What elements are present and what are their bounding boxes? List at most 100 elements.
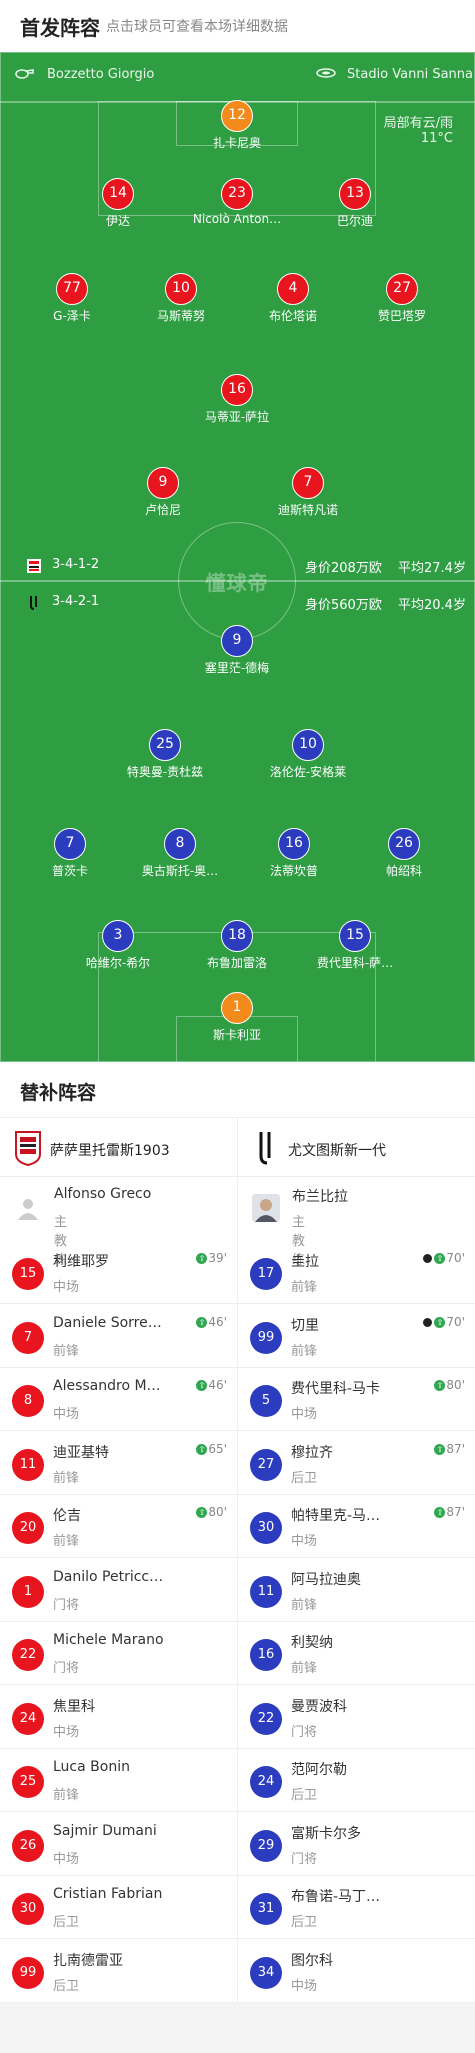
sub-player-row[interactable]: 22 曼贾波科 门将 (238, 1686, 475, 1749)
sub-player-row[interactable]: 20 伦吉 前锋 ⇧ 80' (0, 1495, 237, 1558)
sub-in-marker: ⇧ 87' (434, 1505, 465, 1519)
sub-player-row[interactable]: 17 圭拉 前锋 ⇧ 70' (238, 1241, 475, 1304)
player-number-badge: 16 (221, 374, 253, 406)
sub-player-row[interactable]: 99 扎南德雷亚 后卫 (0, 1940, 237, 2003)
home-player[interactable]: 7 迪斯特凡诺 (238, 467, 378, 518)
sub-in-minute: 46' (208, 1378, 227, 1392)
sub-player-row[interactable]: 5 费代里科-马卡 中场 ⇧ 80' (238, 1368, 475, 1431)
juventus-crest-icon (30, 596, 37, 610)
sub-in-marker: ⇧ 70' (422, 1315, 465, 1329)
home-player[interactable]: 9 卢恰尼 (93, 467, 233, 518)
sub-player-row[interactable]: 24 焦里科中场 (0, 1686, 237, 1749)
sub-player-row[interactable]: 16 利契纳 前锋 (238, 1622, 475, 1685)
lineup-hint: 点击球员可查看本场详细数据 (106, 19, 288, 35)
sub-player-row[interactable]: 29 富斯卡尔多 门将 (238, 1813, 475, 1876)
player-number-badge: 7 (54, 828, 86, 860)
sub-player-name: 范阿尔勒 (291, 1762, 347, 1778)
home-formation-value: 3-4-1-2 (52, 557, 100, 572)
sub-number-badge: 22 (12, 1639, 44, 1671)
sub-player-row[interactable]: 7 Daniele Sorre… 前锋 ⇧ 46' (0, 1305, 237, 1368)
away-player[interactable]: 10 洛伦佐-安格莱 (238, 729, 378, 780)
sub-player-name: Luca Bonin (53, 1759, 130, 1775)
sub-player-row[interactable]: 30 Cristian Fabriani 后卫 (0, 1876, 237, 1939)
sub-number-badge: 1 (12, 1575, 44, 1608)
sub-player-row[interactable]: 8 Alessandro M… 中场 ⇧ 46' (0, 1368, 237, 1431)
sub-player-row[interactable]: 11 迪亚基特 前锋 ⇧ 65' (0, 1432, 237, 1495)
sub-in-marker: ⇧ 87' (434, 1442, 465, 1456)
sub-player-row[interactable]: 22 Michele Marano 门将 (0, 1622, 237, 1685)
sub-in-minute: 39' (208, 1251, 227, 1265)
dongqiudi-watermark: 懂球帝 (205, 571, 269, 595)
sub-in-marker: ⇧ 46' (196, 1315, 227, 1329)
sub-player-name: 利契纳 (291, 1635, 333, 1651)
sub-in-marker: ⇧ 39' (196, 1251, 227, 1265)
home-player[interactable]: 12 扎卡尼奥 (167, 100, 307, 151)
sub-player-position: 中场 (53, 1724, 80, 1740)
away-player[interactable]: 1 斯卡利亚 (167, 992, 307, 1043)
player-name: 扎卡尼奥 (212, 136, 261, 150)
away-player[interactable]: 15 费代里科-萨… (285, 920, 425, 971)
sub-player-row[interactable]: 24 范阿尔勒 后卫 (238, 1749, 475, 1812)
sub-player-position: 后卫 (53, 1915, 80, 1930)
sub-player-name: 伦吉 (53, 1508, 81, 1524)
sub-in-marker: ⇧ 65' (196, 1442, 227, 1456)
player-name: 马蒂亚-萨拉 (204, 410, 270, 424)
sub-number-badge: 99 (250, 1321, 282, 1354)
sub-in-icon: ⇧ (196, 1253, 208, 1264)
sub-player-position: 中场 (291, 1407, 318, 1422)
sub-in-icon: ⇧ (196, 1443, 208, 1455)
player-number-badge: 26 (388, 828, 420, 860)
sub-in-marker: ⇧ 80' (196, 1505, 227, 1519)
sub-player-row[interactable]: 99 切里 前锋 ⇧ 70' (238, 1305, 475, 1368)
player-name: 迪斯特凡诺 (277, 503, 338, 517)
stadium-icon (316, 68, 336, 78)
sub-number-badge: 7 (12, 1321, 44, 1354)
sub-player-name: 穆拉齐 (291, 1444, 333, 1461)
sub-player-row[interactable]: 1 Danilo Petricc… 门将 (0, 1559, 237, 1622)
home-player[interactable]: 13 巴尔迪 (285, 178, 425, 229)
player-number-badge: 25 (149, 729, 181, 761)
away-player[interactable]: 25 特奥曼-责杜兹 (95, 729, 235, 780)
sub-player-row[interactable]: 30 帕特里克-马… 中场 ⇧ 87' (238, 1495, 475, 1558)
sub-player-position: 门将 (53, 1661, 80, 1676)
sub-number-badge: 26 (12, 1829, 44, 1862)
sub-number-badge: 24 (12, 1702, 44, 1735)
sub-player-name: 富斯卡尔多 (291, 1825, 361, 1842)
sub-number-badge: 30 (250, 1512, 282, 1544)
home-player[interactable]: 16 马蒂亚-萨拉 (167, 374, 307, 425)
sub-player-row[interactable]: 11 阿马拉迪奥 前锋 (238, 1559, 475, 1622)
lineup-title: 首发阵容 (20, 16, 100, 40)
sub-player-name: 扎南德雷亚 (53, 1952, 123, 1969)
away-team-divider (238, 1176, 475, 1177)
sub-player-row[interactable]: 25 Luca Bonin 前锋 (0, 1749, 237, 1812)
sub-player-name: Alessandro M… (53, 1378, 161, 1394)
sub-player-row[interactable]: 26 Sajmir Dumani 中场 (0, 1813, 237, 1876)
away-player[interactable]: 9 塞里茫-德梅 (167, 625, 307, 676)
sub-player-position: 中场 (53, 1407, 80, 1422)
sub-in-icon: ⇧ (196, 1380, 208, 1391)
away-player[interactable]: 26 帕绍科 (334, 828, 474, 879)
sub-player-position: 前锋 (53, 1534, 80, 1549)
sub-number-badge: 15 (12, 1258, 44, 1290)
sub-number-badge: 11 (250, 1575, 282, 1608)
sub-player-name: 焦里科 (53, 1698, 95, 1715)
lineup-header: 首发阵容 点击球员可查看本场详细数据 (0, 0, 475, 52)
sub-in-minute: 65' (208, 1441, 227, 1456)
player-number-badge: 3 (102, 920, 134, 952)
sub-number-badge: 24 (250, 1766, 282, 1798)
sub-player-name: 利维耶罗 (53, 1254, 109, 1270)
player-number-badge: 7 (292, 467, 324, 499)
sub-player-row[interactable]: 34 图尔科 中场 (238, 1940, 475, 2003)
sub-in-minute: 80' (446, 1378, 465, 1392)
sub-player-name: 帕特里克-马… (291, 1508, 381, 1524)
sub-player-name: Cristian Fabriani (53, 1886, 163, 1902)
sub-player-row[interactable]: 15 利维耶罗 中场 ⇧ 39' (0, 1241, 237, 1304)
sub-number-badge: 5 (250, 1385, 282, 1417)
sub-player-row[interactable]: 27 穆拉齐 后卫 ⇧ 87' (238, 1432, 475, 1495)
home-player[interactable]: 27 赞巴塔罗 (332, 273, 472, 324)
sub-player-row[interactable]: 31 布鲁诺-马丁… 后卫 (238, 1876, 475, 1939)
sub-number-badge: 29 (250, 1829, 282, 1862)
home-team-divider (0, 1176, 237, 1177)
sub-in-icon: ⇧ (196, 1316, 208, 1328)
player-name: 费代里科-萨… (316, 956, 394, 970)
